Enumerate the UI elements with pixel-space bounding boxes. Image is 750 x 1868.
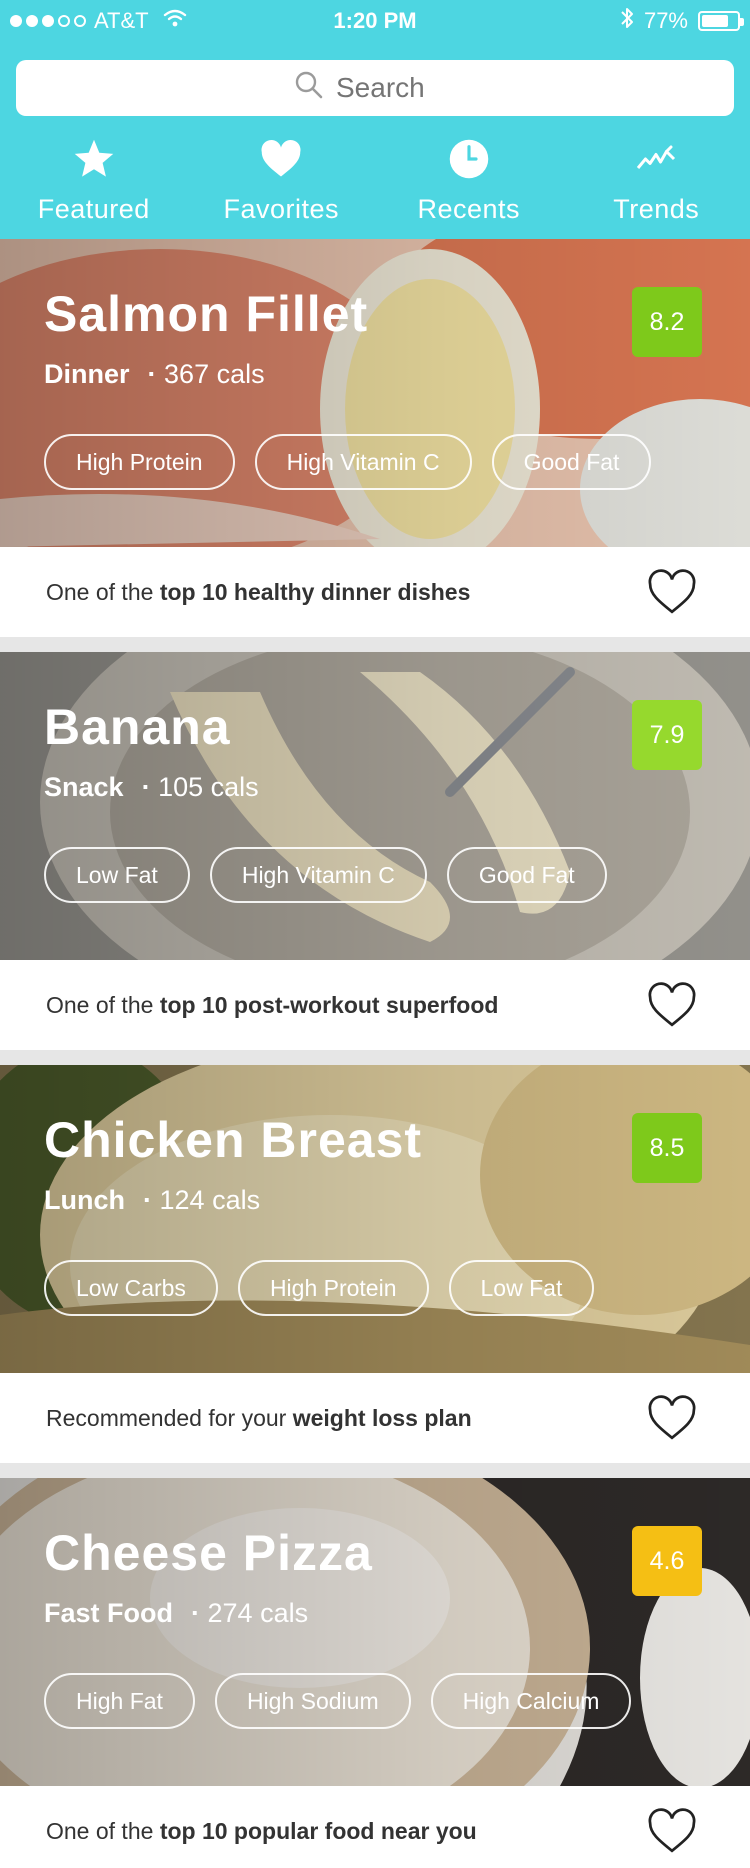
tab-trends[interactable]: Trends bbox=[563, 130, 750, 230]
search-bar[interactable] bbox=[16, 60, 734, 116]
description-prefix: One of the bbox=[46, 1817, 160, 1844]
battery-level bbox=[702, 15, 728, 27]
nutrition-tag[interactable]: High Calcium bbox=[430, 1673, 632, 1729]
tab-label: Recents bbox=[417, 194, 521, 224]
meta-separator: · bbox=[141, 772, 151, 802]
meal-type: Lunch bbox=[44, 1185, 125, 1215]
battery-icon bbox=[698, 11, 744, 31]
nutrition-tag[interactable]: High Sodium bbox=[214, 1673, 411, 1729]
star-icon bbox=[72, 130, 116, 188]
food-title: Cheese Pizza bbox=[44, 1525, 373, 1581]
food-description: One of the top 10 post-workout superfood bbox=[46, 992, 498, 1019]
food-image: Salmon Fillet Dinner · 367 cals 8.2 High… bbox=[0, 239, 750, 547]
meta-separator: · bbox=[147, 359, 157, 389]
favorite-button[interactable] bbox=[644, 564, 700, 620]
app-root: AT&T 1:20 PM 77% Search Featured Favorit… bbox=[0, 0, 750, 1868]
nutrition-tag[interactable]: High Fat bbox=[44, 1673, 195, 1729]
card-footer: Recommended for your weight loss plan bbox=[0, 1373, 750, 1463]
meal-type: Snack bbox=[44, 772, 124, 802]
food-title: Chicken Breast bbox=[44, 1112, 423, 1168]
card-footer: One of the top 10 popular food near you bbox=[0, 1786, 750, 1868]
food-image: Chicken Breast Lunch · 124 cals 8.5 Low … bbox=[0, 1065, 750, 1373]
health-score-badge: 4.6 bbox=[632, 1526, 702, 1596]
heart-outline-icon bbox=[648, 982, 696, 1027]
tab-bar: Featured Favorites Recents Trends bbox=[0, 130, 750, 230]
search-input[interactable] bbox=[336, 72, 456, 104]
food-description: Recommended for your weight loss plan bbox=[46, 1405, 472, 1432]
heart-icon bbox=[260, 130, 302, 188]
food-title: Banana bbox=[44, 699, 231, 755]
nutrition-tag[interactable]: Low Carbs bbox=[44, 1260, 218, 1316]
nutrition-tag[interactable]: Good Fat bbox=[491, 434, 652, 490]
calories: 367 cals bbox=[164, 359, 265, 389]
description-prefix: One of the bbox=[46, 578, 160, 605]
tab-label: Featured bbox=[37, 194, 150, 224]
tag-list: Low Fat High Vitamin C Good Fat bbox=[44, 847, 607, 903]
tag-list: Low Carbs High Protein Low Fat bbox=[44, 1260, 595, 1316]
tag-list: High Fat High Sodium High Calcium bbox=[44, 1673, 632, 1729]
calories: 124 cals bbox=[159, 1185, 261, 1215]
food-card[interactable]: Banana Snack · 105 cals 7.9 Low Fat High… bbox=[0, 652, 750, 1050]
food-card[interactable]: Chicken Breast Lunch · 124 cals 8.5 Low … bbox=[0, 1065, 750, 1463]
food-meta: Snack · 105 cals bbox=[44, 772, 259, 803]
heart-outline-icon bbox=[648, 1808, 696, 1853]
health-score-badge: 7.9 bbox=[632, 700, 702, 770]
nutrition-tag[interactable]: High Protein bbox=[44, 434, 235, 490]
description-highlight: top 10 post-workout superfood bbox=[159, 991, 499, 1018]
food-card[interactable]: Salmon Fillet Dinner · 367 cals 8.2 High… bbox=[0, 239, 750, 637]
food-feed: Salmon Fillet Dinner · 367 cals 8.2 High… bbox=[0, 239, 750, 1868]
food-image: Cheese Pizza Fast Food · 274 cals 4.6 Hi… bbox=[0, 1478, 750, 1786]
status-right: 77% bbox=[620, 6, 744, 36]
food-meta: Lunch · 124 cals bbox=[44, 1185, 260, 1216]
health-score-badge: 8.5 bbox=[632, 1113, 702, 1183]
calories: 105 cals bbox=[158, 772, 259, 802]
tab-favorites[interactable]: Favorites bbox=[188, 130, 376, 230]
search-icon bbox=[294, 70, 324, 107]
nutrition-tag[interactable]: Good Fat bbox=[446, 847, 607, 903]
nutrition-tag[interactable]: High Vitamin C bbox=[209, 847, 427, 903]
heart-outline-icon bbox=[648, 569, 696, 614]
description-highlight: weight loss plan bbox=[292, 1404, 472, 1431]
tab-label: Trends bbox=[613, 194, 700, 224]
health-score-badge: 8.2 bbox=[632, 287, 702, 357]
tag-list: High Protein High Vitamin C Good Fat bbox=[44, 434, 652, 490]
clock-icon bbox=[448, 130, 490, 188]
description-prefix: Recommended for your bbox=[46, 1404, 293, 1431]
meal-type: Fast Food bbox=[44, 1598, 173, 1628]
meta-separator: · bbox=[191, 1598, 200, 1628]
card-footer: One of the top 10 healthy dinner dishes bbox=[0, 547, 750, 637]
description-highlight: top 10 popular food near you bbox=[159, 1817, 477, 1844]
tab-recents[interactable]: Recents bbox=[375, 130, 563, 230]
food-description: One of the top 10 popular food near you bbox=[46, 1818, 477, 1845]
meta-separator: · bbox=[143, 1185, 152, 1215]
nutrition-tag[interactable]: Low Fat bbox=[448, 1260, 595, 1316]
description-highlight: top 10 healthy dinner dishes bbox=[159, 578, 471, 605]
trend-icon bbox=[635, 130, 677, 188]
food-meta: Fast Food · 274 cals bbox=[44, 1598, 308, 1629]
header: AT&T 1:20 PM 77% Search Featured Favorit… bbox=[0, 0, 750, 239]
meal-type: Dinner bbox=[44, 359, 130, 389]
battery-percent: 77% bbox=[643, 8, 688, 33]
nutrition-tag[interactable]: High Vitamin C bbox=[254, 434, 472, 490]
tab-label: Favorites bbox=[223, 194, 340, 224]
favorite-button[interactable] bbox=[644, 977, 700, 1033]
favorite-button[interactable] bbox=[644, 1390, 700, 1446]
calories: 274 cals bbox=[207, 1598, 309, 1628]
tab-featured[interactable]: Featured bbox=[0, 130, 188, 230]
status-bar: AT&T 1:20 PM 77% bbox=[0, 0, 750, 40]
nutrition-tag[interactable]: Low Fat bbox=[44, 847, 190, 903]
food-meta: Dinner · 367 cals bbox=[44, 359, 265, 390]
food-image: Banana Snack · 105 cals 7.9 Low Fat High… bbox=[0, 652, 750, 960]
nutrition-tag[interactable]: High Protein bbox=[237, 1260, 429, 1316]
favorite-button[interactable] bbox=[644, 1803, 700, 1859]
food-card[interactable]: Cheese Pizza Fast Food · 274 cals 4.6 Hi… bbox=[0, 1478, 750, 1868]
heart-outline-icon bbox=[648, 1395, 696, 1440]
card-footer: One of the top 10 post-workout superfood bbox=[0, 960, 750, 1050]
food-title: Salmon Fillet bbox=[44, 286, 369, 342]
bluetooth-icon bbox=[620, 6, 634, 36]
description-prefix: One of the bbox=[46, 991, 160, 1018]
food-description: One of the top 10 healthy dinner dishes bbox=[46, 579, 470, 606]
